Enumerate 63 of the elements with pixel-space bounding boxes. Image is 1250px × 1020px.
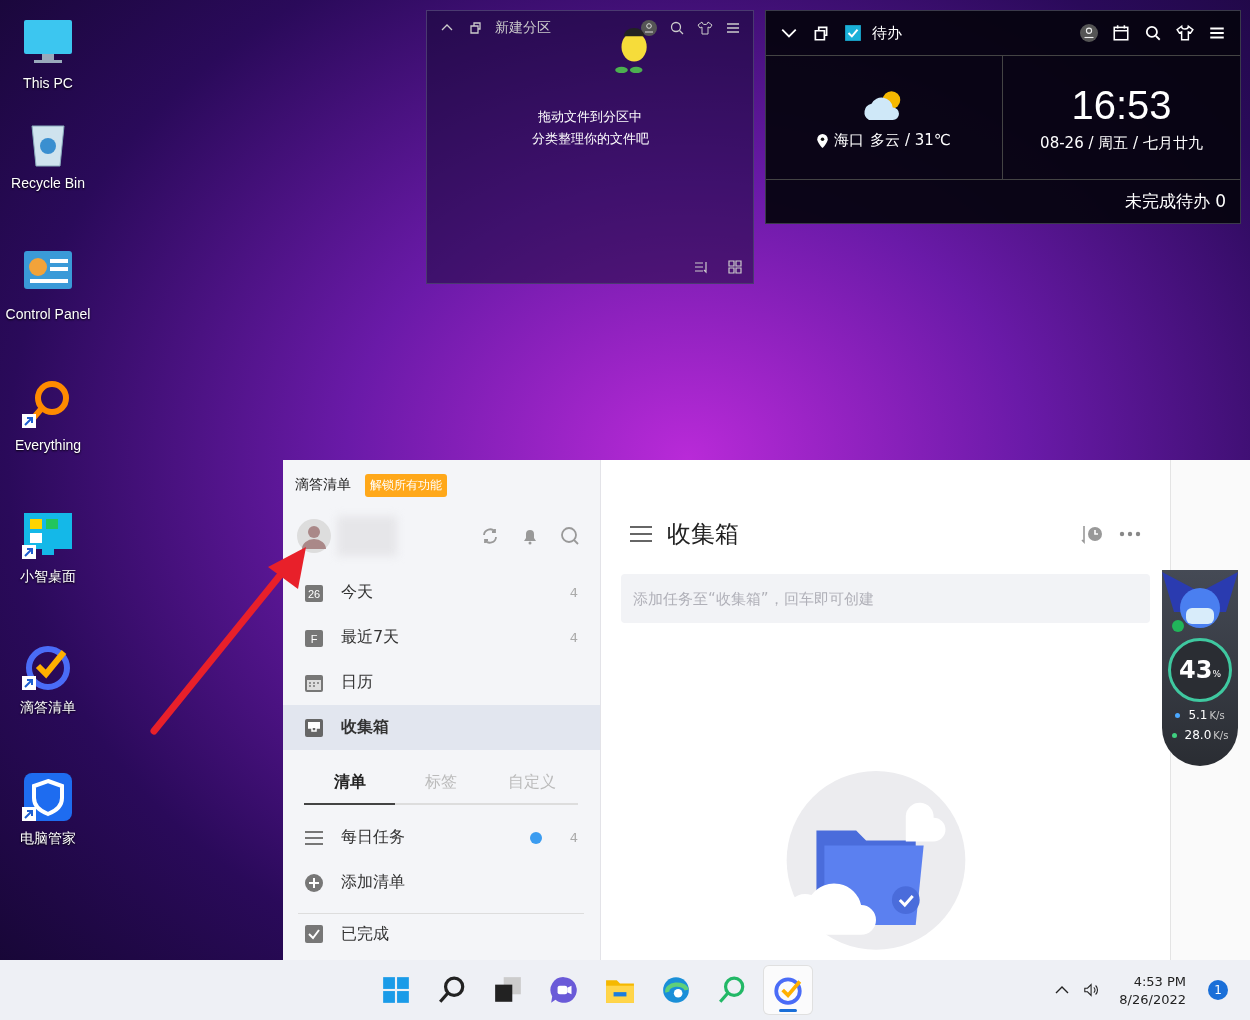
taskbar-time[interactable]: 4:53 PM (1133, 973, 1186, 989)
pending-count-text: 未完成待办 0 (1124, 190, 1226, 213)
desktop-icon-label: This PC (22, 74, 74, 93)
list-title: 收集箱 (667, 518, 739, 550)
weather-text: 多云 / 31℃ (870, 131, 951, 150)
sidebar-tab[interactable]: 清单 (304, 760, 396, 805)
today-icon: 26 (304, 582, 324, 603)
chat-taskbar-icon (548, 975, 579, 1005)
add-task-field[interactable]: 添加任务至“收集箱”，回车即可创建 (621, 573, 1150, 624)
calendar-icon[interactable] (1112, 24, 1130, 42)
checkbox-icon (304, 924, 324, 944)
start-taskbar-icon (380, 975, 411, 1005)
sync-icon[interactable] (480, 526, 500, 546)
upload-dot-icon (1175, 712, 1181, 718)
clock-time: 16:53 (1071, 82, 1172, 128)
download-dot-icon (1171, 732, 1177, 738)
completed-item[interactable]: 已完成 (341, 924, 578, 945)
list-item[interactable]: 每日任务 4 (283, 815, 600, 860)
nav-item[interactable]: 26 今天 4 (283, 570, 600, 615)
desktop-icon-label: 小智桌面 (19, 567, 77, 586)
list-item[interactable]: 添加清单 (283, 860, 600, 905)
desktop-icon-label: 滴答清单 (19, 698, 77, 717)
inbox-icon (304, 717, 324, 738)
fence-hint-text: 拖动文件到分区中 (538, 108, 642, 126)
shirt-icon[interactable] (697, 20, 713, 36)
clock-date: 08-26 / 周五 / 七月廿九 (1040, 133, 1203, 153)
percent-unit: % (1212, 669, 1221, 679)
grid-icon[interactable] (727, 259, 743, 275)
taskbar-date[interactable]: 8/26/2022 (1119, 991, 1186, 1007)
sort-icon[interactable] (693, 259, 709, 275)
app-title: 滴答清单 (295, 476, 351, 494)
calendar-icon (304, 672, 324, 693)
fence-hint-text: 分类整理你的文件吧 (531, 130, 649, 148)
nav-item[interactable]: F 最近7天 4 (283, 615, 600, 660)
nav-item[interactable]: 收集箱 (283, 705, 600, 750)
search-icon[interactable] (1144, 24, 1162, 42)
memory-percent: 43 (1179, 656, 1213, 684)
menu-icon[interactable] (725, 20, 741, 36)
user-icon[interactable] (641, 20, 657, 36)
location-pin-icon (817, 133, 829, 148)
search-taskbar-icon (436, 975, 467, 1005)
speed-unit: K/s (1209, 710, 1225, 721)
desktop-icon-label: Everything (13, 436, 83, 455)
desktop-icon-label: Recycle Bin (10, 174, 86, 193)
fence-title[interactable]: 新建分区 (495, 19, 551, 37)
window-icon[interactable] (812, 24, 830, 42)
city-text: 海口 (834, 131, 865, 150)
nav-item[interactable]: 日历 (283, 660, 600, 705)
window-icon[interactable] (467, 20, 483, 36)
avatar-icon[interactable] (297, 519, 331, 553)
user-icon[interactable] (1080, 24, 1098, 42)
speed-unit: K/s (1213, 730, 1229, 741)
todo-title: 待办 (872, 23, 902, 43)
taskview-taskbar-icon (492, 975, 523, 1005)
upload-speed: 5.1 (1188, 708, 1208, 722)
add-circle-icon (304, 872, 324, 893)
notification-badge[interactable]: 1 (1208, 980, 1228, 1000)
desktop-icon-label: Control Panel (4, 305, 92, 324)
search-icon[interactable] (669, 20, 685, 36)
desktop-icon-label: 电脑管家 (19, 829, 77, 848)
week-icon: F (304, 627, 324, 648)
download-speed: 28.0 (1184, 728, 1212, 742)
clipboard-check-icon (844, 24, 862, 42)
